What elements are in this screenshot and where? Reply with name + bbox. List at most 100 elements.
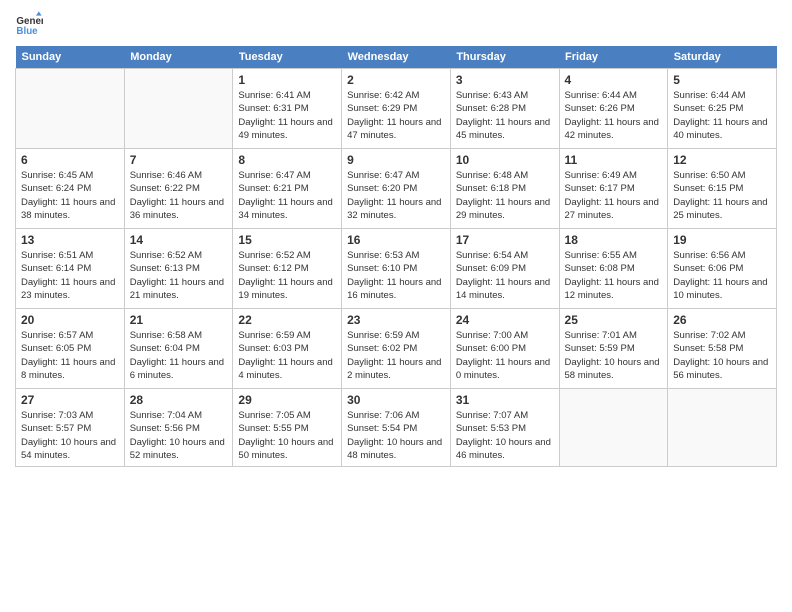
cell-text: Daylight: 11 hours and 42 minutes. (565, 116, 663, 143)
cell-text: Sunset: 5:57 PM (21, 422, 119, 435)
calendar-cell: 10Sunrise: 6:48 AMSunset: 6:18 PMDayligh… (450, 149, 559, 229)
calendar-cell (559, 389, 668, 467)
day-number: 15 (238, 233, 336, 247)
calendar-cell: 21Sunrise: 6:58 AMSunset: 6:04 PMDayligh… (124, 309, 233, 389)
day-header-wednesday: Wednesday (342, 46, 451, 69)
cell-text: Daylight: 11 hours and 38 minutes. (21, 196, 119, 223)
cell-text: Daylight: 11 hours and 32 minutes. (347, 196, 445, 223)
day-header-sunday: Sunday (16, 46, 125, 69)
day-number: 19 (673, 233, 771, 247)
cell-text: Sunrise: 6:47 AM (347, 169, 445, 182)
calendar-cell: 12Sunrise: 6:50 AMSunset: 6:15 PMDayligh… (668, 149, 777, 229)
calendar-cell: 31Sunrise: 7:07 AMSunset: 5:53 PMDayligh… (450, 389, 559, 467)
cell-text: Sunrise: 6:59 AM (238, 329, 336, 342)
day-number: 2 (347, 73, 445, 87)
day-number: 8 (238, 153, 336, 167)
cell-text: Sunrise: 7:06 AM (347, 409, 445, 422)
cell-text: Sunset: 6:24 PM (21, 182, 119, 195)
calendar-cell (668, 389, 777, 467)
calendar-cell (16, 69, 125, 149)
cell-text: Daylight: 10 hours and 54 minutes. (21, 436, 119, 463)
calendar-cell: 26Sunrise: 7:02 AMSunset: 5:58 PMDayligh… (668, 309, 777, 389)
cell-text: Sunrise: 7:01 AM (565, 329, 663, 342)
day-number: 4 (565, 73, 663, 87)
svg-text:Blue: Blue (16, 26, 38, 37)
cell-text: Sunrise: 6:45 AM (21, 169, 119, 182)
cell-text: Daylight: 11 hours and 4 minutes. (238, 356, 336, 383)
cell-text: Sunset: 6:03 PM (238, 342, 336, 355)
cell-text: Sunset: 6:06 PM (673, 262, 771, 275)
cell-text: Daylight: 11 hours and 14 minutes. (456, 276, 554, 303)
cell-text: Sunset: 5:56 PM (130, 422, 228, 435)
cell-text: Sunset: 6:28 PM (456, 102, 554, 115)
cell-text: Sunrise: 6:52 AM (130, 249, 228, 262)
day-header-thursday: Thursday (450, 46, 559, 69)
calendar-cell: 24Sunrise: 7:00 AMSunset: 6:00 PMDayligh… (450, 309, 559, 389)
day-number: 12 (673, 153, 771, 167)
calendar-cell: 8Sunrise: 6:47 AMSunset: 6:21 PMDaylight… (233, 149, 342, 229)
day-header-friday: Friday (559, 46, 668, 69)
cell-text: Sunset: 6:17 PM (565, 182, 663, 195)
cell-text: Daylight: 11 hours and 6 minutes. (130, 356, 228, 383)
day-number: 31 (456, 393, 554, 407)
cell-text: Daylight: 11 hours and 25 minutes. (673, 196, 771, 223)
cell-text: Sunset: 6:09 PM (456, 262, 554, 275)
calendar-table: SundayMondayTuesdayWednesdayThursdayFrid… (15, 46, 777, 467)
calendar-cell: 28Sunrise: 7:04 AMSunset: 5:56 PMDayligh… (124, 389, 233, 467)
cell-text: Sunrise: 6:53 AM (347, 249, 445, 262)
cell-text: Sunset: 6:31 PM (238, 102, 336, 115)
cell-text: Sunset: 6:26 PM (565, 102, 663, 115)
day-number: 22 (238, 313, 336, 327)
cell-text: Sunset: 6:22 PM (130, 182, 228, 195)
cell-text: Sunset: 5:59 PM (565, 342, 663, 355)
cell-text: Sunrise: 6:41 AM (238, 89, 336, 102)
calendar-cell: 22 Sunrise: 6:59 AMSunset: 6:03 PMDayligh… (233, 309, 342, 389)
cell-text: Daylight: 11 hours and 19 minutes. (238, 276, 336, 303)
cell-text: Sunrise: 6:58 AM (130, 329, 228, 342)
cell-text: Sunset: 6:05 PM (21, 342, 119, 355)
day-number: 29 (238, 393, 336, 407)
cell-text: Sunrise: 6:56 AM (673, 249, 771, 262)
cell-text: Sunset: 5:55 PM (238, 422, 336, 435)
calendar-cell: 6Sunrise: 6:45 AMSunset: 6:24 PMDaylight… (16, 149, 125, 229)
cell-text: Sunrise: 6:46 AM (130, 169, 228, 182)
calendar-cell: 7Sunrise: 6:46 AMSunset: 6:22 PMDaylight… (124, 149, 233, 229)
logo-icon: General Blue (15, 10, 43, 38)
cell-text: Sunrise: 7:00 AM (456, 329, 554, 342)
cell-text: Sunrise: 6:48 AM (456, 169, 554, 182)
cell-text: Sunset: 6:13 PM (130, 262, 228, 275)
day-number: 13 (21, 233, 119, 247)
cell-text: Daylight: 10 hours and 50 minutes. (238, 436, 336, 463)
cell-text: Daylight: 11 hours and 40 minutes. (673, 116, 771, 143)
calendar-cell: 16Sunrise: 6:53 AMSunset: 6:10 PMDayligh… (342, 229, 451, 309)
cell-text: Sunset: 6:25 PM (673, 102, 771, 115)
cell-text: Sunrise: 6:42 AM (347, 89, 445, 102)
day-number: 7 (130, 153, 228, 167)
cell-text: Sunset: 6:29 PM (347, 102, 445, 115)
calendar-cell: 13Sunrise: 6:51 AMSunset: 6:14 PMDayligh… (16, 229, 125, 309)
cell-text: Sunrise: 6:44 AM (565, 89, 663, 102)
day-number: 23 (347, 313, 445, 327)
cell-text: Daylight: 11 hours and 21 minutes. (130, 276, 228, 303)
day-number: 25 (565, 313, 663, 327)
day-number: 20 (21, 313, 119, 327)
day-number: 27 (21, 393, 119, 407)
day-header-tuesday: Tuesday (233, 46, 342, 69)
cell-text: Sunrise: 6:49 AM (565, 169, 663, 182)
week-row-4: 20Sunrise: 6:57 AMSunset: 6:05 PMDayligh… (16, 309, 777, 389)
week-row-2: 6Sunrise: 6:45 AMSunset: 6:24 PMDaylight… (16, 149, 777, 229)
cell-text: Sunset: 6:08 PM (565, 262, 663, 275)
header: General Blue (15, 10, 777, 38)
cell-text: Sunrise: 6:43 AM (456, 89, 554, 102)
day-header-saturday: Saturday (668, 46, 777, 69)
calendar-cell: 27Sunrise: 7:03 AMSunset: 5:57 PMDayligh… (16, 389, 125, 467)
cell-text: Sunset: 6:18 PM (456, 182, 554, 195)
day-number: 28 (130, 393, 228, 407)
cell-text: Sunrise: 6:51 AM (21, 249, 119, 262)
cell-text: Daylight: 10 hours and 52 minutes. (130, 436, 228, 463)
calendar-cell: 20Sunrise: 6:57 AMSunset: 6:05 PMDayligh… (16, 309, 125, 389)
cell-text: Sunrise: 6:52 AM (238, 249, 336, 262)
calendar-cell (124, 69, 233, 149)
cell-text: Daylight: 11 hours and 23 minutes. (21, 276, 119, 303)
day-number: 16 (347, 233, 445, 247)
